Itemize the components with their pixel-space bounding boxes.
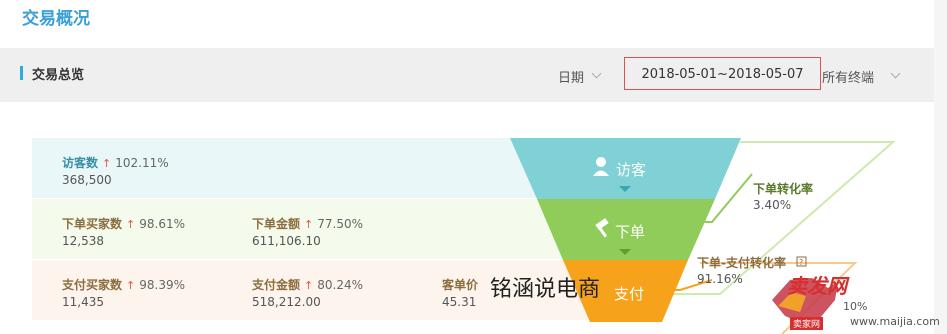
rate-label: 下单转化率 — [753, 181, 813, 196]
funnel-stage-label: 访客 — [616, 161, 646, 179]
logo-url: www.maijia.com — [850, 315, 940, 328]
funnel-stage-label: 下单 — [615, 223, 645, 241]
rate-value: 3.40% — [753, 198, 791, 212]
svg-text:?: ? — [799, 258, 803, 267]
rate-value: 91.16% — [697, 272, 743, 286]
rate-value: 10% — [843, 300, 867, 313]
funnel-stage-label: 支付 — [614, 285, 644, 303]
logo-text: 卖发网 — [787, 274, 847, 298]
rate-label: 下单-支付转化率 — [697, 255, 786, 270]
user-icon — [596, 157, 606, 167]
logo-tag: 卖家网 — [790, 317, 824, 330]
watermark-text: 铭涵说电商 — [490, 277, 601, 302]
